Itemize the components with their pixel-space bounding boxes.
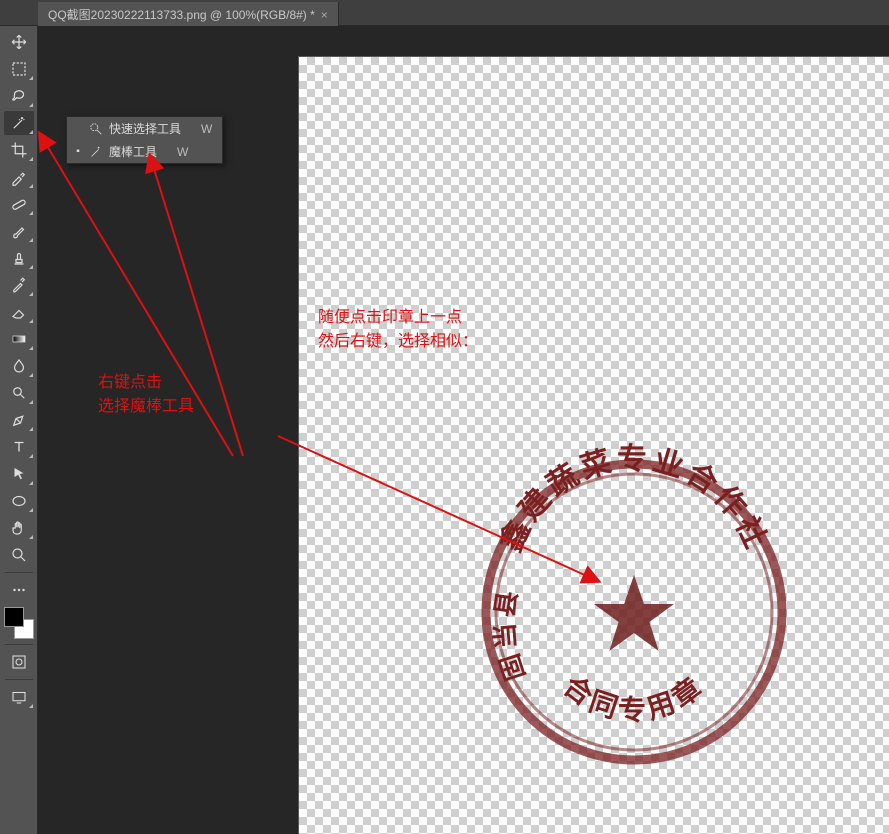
zoom-icon: [10, 546, 28, 564]
hand-tool[interactable]: [4, 516, 34, 540]
document-tab[interactable]: QQ截图20230222113733.png @ 100%(RGB/8#) * …: [38, 2, 339, 28]
move-icon: [10, 33, 28, 51]
svg-text:固当县: 固当县: [490, 585, 530, 684]
ellipse-icon: [10, 492, 28, 510]
seal-bottom-text: 合同专用章: [557, 669, 711, 726]
quickmask-button[interactable]: [4, 650, 34, 674]
flyout-item-quick-select[interactable]: 快速选择工具 W: [67, 117, 222, 140]
pen-icon: [10, 411, 28, 429]
flyout-checkmark: ▪: [73, 146, 83, 157]
color-swatches[interactable]: [4, 607, 34, 639]
shape-tool[interactable]: [4, 489, 34, 513]
screenmode-icon: [10, 688, 28, 706]
history-brush-icon: [10, 276, 28, 294]
toolbox: [0, 26, 38, 834]
lasso-icon: [10, 87, 28, 105]
flyout-item-magic-wand[interactable]: ▪ 魔棒工具 W: [67, 140, 222, 163]
artboard[interactable]: 鑫建蔬菜专业合作社 合同专用章 固当县: [298, 56, 889, 834]
spot-heal-tool[interactable]: [4, 192, 34, 216]
crop-tool[interactable]: [4, 138, 34, 162]
magic-wand-icon: [10, 114, 28, 132]
stamp-tool[interactable]: [4, 246, 34, 270]
document-tab-bar: QQ截图20230222113733.png @ 100%(RGB/8#) * …: [0, 0, 889, 26]
type-tool[interactable]: [4, 435, 34, 459]
tool-flyout: 快速选择工具 W ▪ 魔棒工具 W: [66, 116, 223, 164]
eyedropper-icon: [10, 168, 28, 186]
hand-icon: [10, 519, 28, 537]
svg-text:鑫建蔬菜专业合作社: 鑫建蔬菜专业合作社: [494, 443, 774, 557]
pen-tool[interactable]: [4, 408, 34, 432]
stamp-icon: [10, 249, 28, 267]
close-icon[interactable]: ×: [321, 8, 328, 22]
svg-text:合同专用章: 合同专用章: [557, 669, 711, 726]
eyedropper-tool[interactable]: [4, 165, 34, 189]
magic-wand-icon: [89, 145, 103, 159]
dodge-icon: [10, 384, 28, 402]
move-tool[interactable]: [4, 30, 34, 54]
gradient-tool[interactable]: [4, 327, 34, 351]
brush-icon: [10, 222, 28, 240]
brush-tool[interactable]: [4, 219, 34, 243]
type-icon: [10, 438, 28, 456]
bandage-icon: [10, 195, 28, 213]
blur-tool[interactable]: [4, 354, 34, 378]
quickmask-icon: [10, 653, 28, 671]
flyout-item-shortcut: W: [177, 145, 188, 159]
seal-top-text: 鑫建蔬菜专业合作社: [494, 443, 774, 557]
edit-toolbar-button[interactable]: [4, 578, 34, 602]
history-brush-tool[interactable]: [4, 273, 34, 297]
seal-side-text: 固当县: [490, 585, 530, 684]
droplet-icon: [10, 357, 28, 375]
annotation-left: 右键点击 选择魔棒工具: [98, 371, 194, 419]
magic-wand-tool[interactable]: [4, 111, 34, 135]
eraser-tool[interactable]: [4, 300, 34, 324]
arrow-icon: [10, 465, 28, 483]
eraser-icon: [10, 303, 28, 321]
gradient-icon: [10, 330, 28, 348]
lasso-tool[interactable]: [4, 84, 34, 108]
foreground-color-swatch[interactable]: [4, 607, 24, 627]
quick-select-icon: [89, 122, 103, 136]
dots-icon: [10, 581, 28, 599]
screenmode-button[interactable]: [4, 685, 34, 709]
annotation-left-line1: 右键点击: [98, 371, 194, 395]
crop-icon: [10, 141, 28, 159]
flyout-item-label: 魔棒工具: [109, 143, 157, 160]
flyout-item-label: 快速选择工具: [109, 120, 181, 137]
marquee-tool[interactable]: [4, 57, 34, 81]
dodge-tool[interactable]: [4, 381, 34, 405]
seal-stamp: 鑫建蔬菜专业合作社 合同专用章 固当县: [479, 457, 789, 767]
document-tab-title: QQ截图20230222113733.png @ 100%(RGB/8#) *: [48, 6, 315, 23]
annotation-left-line2: 选择魔棒工具: [98, 395, 194, 419]
flyout-item-shortcut: W: [201, 122, 212, 136]
path-select-tool[interactable]: [4, 462, 34, 486]
marquee-icon: [10, 60, 28, 78]
canvas-area[interactable]: 鑫建蔬菜专业合作社 合同专用章 固当县 快速选择工具 W ▪ 魔: [38, 26, 889, 834]
zoom-tool[interactable]: [4, 543, 34, 567]
